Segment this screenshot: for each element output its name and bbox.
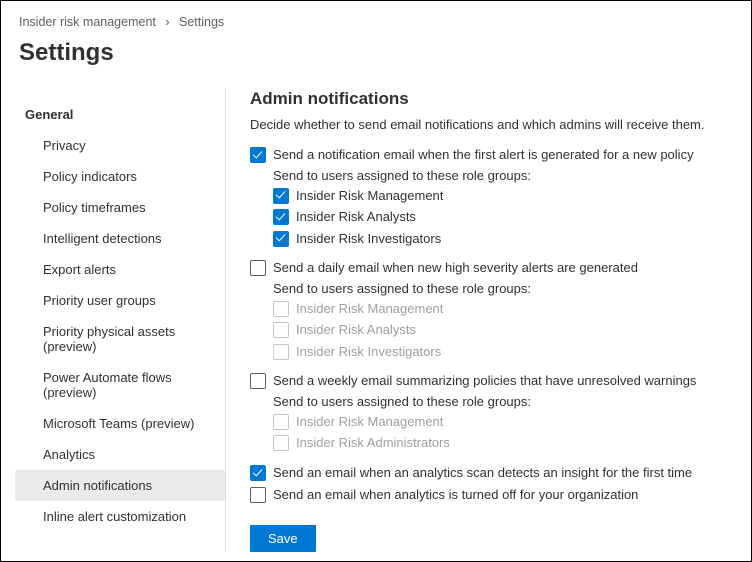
- role-label: Insider Risk Investigators: [296, 343, 441, 361]
- content-panel: Admin notifications Decide whether to se…: [225, 89, 737, 552]
- option-first-alert: Send a notification email when the first…: [250, 146, 737, 247]
- breadcrumb: Insider risk management › Settings: [1, 1, 751, 35]
- checkbox-role-admins-disabled: [273, 435, 289, 451]
- sidebar-item-privacy[interactable]: Privacy: [15, 130, 225, 161]
- label-weekly-email: Send a weekly email summarizing policies…: [273, 372, 696, 390]
- sub-label-weekly-email: Send to users assigned to these role gro…: [250, 394, 737, 409]
- sidebar-item-priority-physical-assets[interactable]: Priority physical assets (preview): [15, 316, 225, 362]
- sidebar-item-export-alerts[interactable]: Export alerts: [15, 254, 225, 285]
- sidebar-group-label: General: [15, 101, 225, 130]
- checkbox-first-alert[interactable]: [250, 147, 266, 163]
- checkbox-role-analysts[interactable]: [273, 209, 289, 225]
- main-layout: General Privacy Policy indicators Policy…: [1, 83, 751, 552]
- label-daily-email: Send a daily email when new high severit…: [273, 259, 638, 277]
- save-button[interactable]: Save: [250, 525, 316, 552]
- checkbox-weekly-email[interactable]: [250, 373, 266, 389]
- sidebar-item-power-automate-flows[interactable]: Power Automate flows (preview): [15, 362, 225, 408]
- checkbox-daily-email[interactable]: [250, 260, 266, 276]
- page-title: Settings: [1, 35, 751, 83]
- checkbox-role-analysts-disabled: [273, 322, 289, 338]
- role-label: Insider Risk Administrators: [296, 434, 450, 452]
- role-label: Insider Risk Management: [296, 300, 443, 318]
- sidebar-item-policy-timeframes[interactable]: Policy timeframes: [15, 192, 225, 223]
- option-daily-email: Send a daily email when new high severit…: [250, 259, 737, 360]
- checkbox-analytics-off[interactable]: [250, 487, 266, 503]
- role-label: Insider Risk Analysts: [296, 321, 416, 339]
- option-analytics-off: Send an email when analytics is turned o…: [250, 486, 737, 504]
- sidebar-item-inline-alert-customization[interactable]: Inline alert customization: [15, 501, 225, 532]
- sidebar-item-analytics[interactable]: Analytics: [15, 439, 225, 470]
- checkbox-role-irm-disabled-2: [273, 414, 289, 430]
- sidebar-item-policy-indicators[interactable]: Policy indicators: [15, 161, 225, 192]
- chevron-right-icon: ›: [165, 15, 169, 29]
- option-analytics-insight: Send an email when an analytics scan det…: [250, 464, 737, 482]
- role-label: Insider Risk Investigators: [296, 230, 441, 248]
- checkbox-analytics-insight[interactable]: [250, 465, 266, 481]
- label-analytics-off: Send an email when analytics is turned o…: [273, 486, 638, 504]
- sidebar-item-intelligent-detections[interactable]: Intelligent detections: [15, 223, 225, 254]
- checkbox-role-investigators[interactable]: [273, 231, 289, 247]
- breadcrumb-current: Settings: [179, 15, 224, 29]
- content-description: Decide whether to send email notificatio…: [250, 117, 737, 146]
- sidebar-item-priority-user-groups[interactable]: Priority user groups: [15, 285, 225, 316]
- sidebar-item-admin-notifications[interactable]: Admin notifications: [15, 470, 225, 501]
- sidebar: General Privacy Policy indicators Policy…: [15, 83, 225, 552]
- role-label: Insider Risk Management: [296, 187, 443, 205]
- role-label: Insider Risk Management: [296, 413, 443, 431]
- sub-label-first-alert: Send to users assigned to these role gro…: [250, 168, 737, 183]
- checkbox-role-irm[interactable]: [273, 188, 289, 204]
- role-label: Insider Risk Analysts: [296, 208, 416, 226]
- label-first-alert: Send a notification email when the first…: [273, 146, 694, 164]
- breadcrumb-parent[interactable]: Insider risk management: [19, 15, 156, 29]
- sidebar-item-microsoft-teams[interactable]: Microsoft Teams (preview): [15, 408, 225, 439]
- label-analytics-insight: Send an email when an analytics scan det…: [273, 464, 692, 482]
- sub-label-daily-email: Send to users assigned to these role gro…: [250, 281, 737, 296]
- content-title: Admin notifications: [250, 89, 737, 117]
- checkbox-role-investigators-disabled: [273, 344, 289, 360]
- option-weekly-email: Send a weekly email summarizing policies…: [250, 372, 737, 452]
- checkbox-role-irm-disabled: [273, 301, 289, 317]
